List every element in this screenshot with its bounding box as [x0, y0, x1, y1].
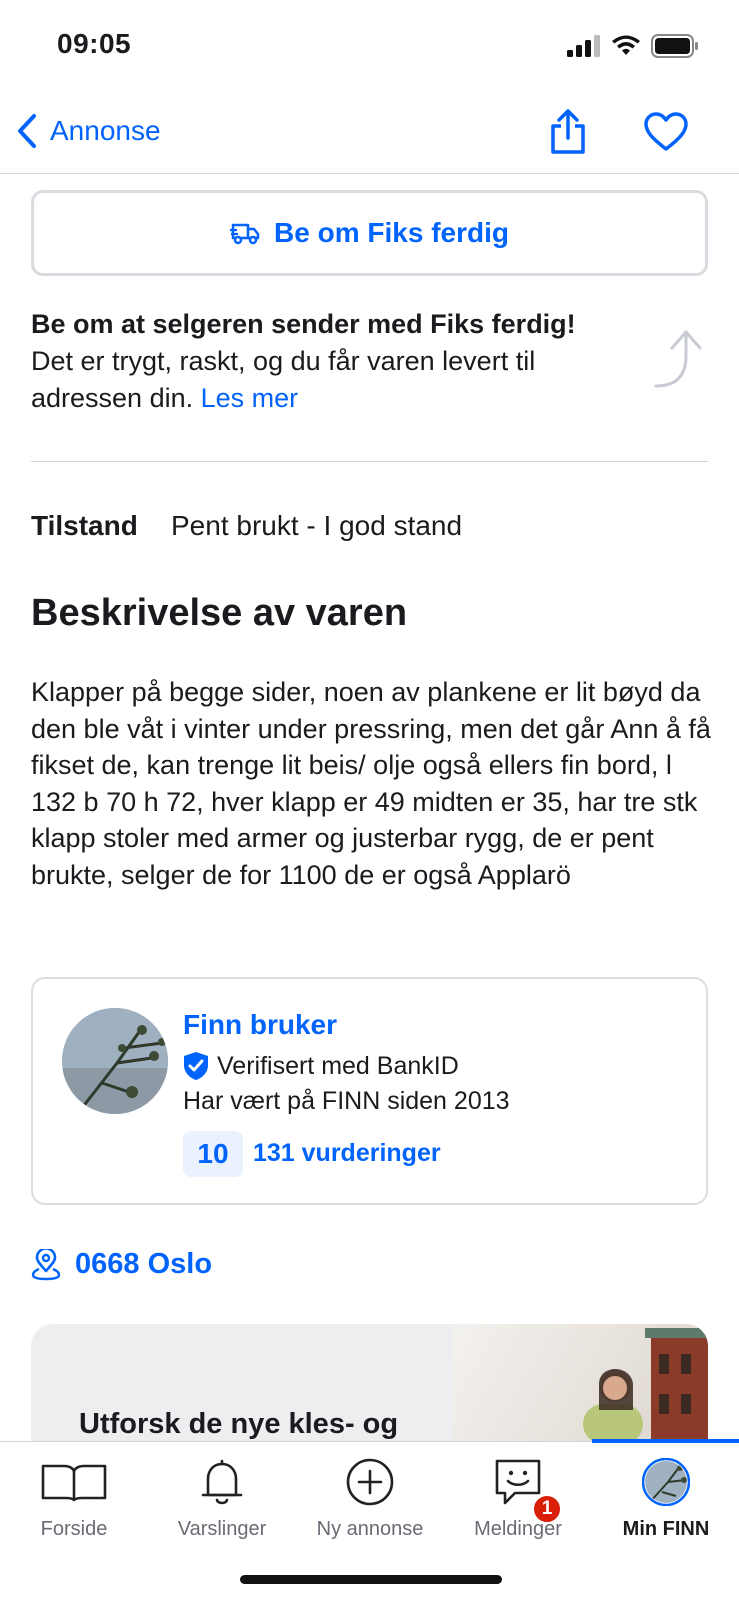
- signal-icon: [567, 35, 600, 57]
- seller-avatar: [62, 1008, 168, 1114]
- description-body: Klapper på begge sider, noen av plankene…: [31, 677, 711, 890]
- back-label: Annonse: [50, 115, 161, 146]
- tab-ny-annonse[interactable]: Ny annonse: [296, 1452, 444, 1541]
- location-pin-icon: [31, 1248, 61, 1280]
- tab-label: Varslinger: [177, 1518, 267, 1540]
- book-icon: [40, 1452, 108, 1512]
- banner-image: [453, 1324, 708, 1444]
- tab-min-finn[interactable]: Min FINN: [592, 1452, 739, 1541]
- tab-varslinger[interactable]: Varslinger: [148, 1452, 296, 1541]
- plus-circle-icon: [345, 1452, 395, 1512]
- bell-icon: [200, 1452, 244, 1512]
- unread-badge: 1: [532, 1494, 562, 1524]
- condition-label: Tilstand: [31, 510, 138, 541]
- nav-bar: Annonse: [0, 100, 739, 174]
- battery-icon: [651, 34, 698, 58]
- promo-title: Be om at selgeren sender med Fiks ferdig…: [31, 309, 576, 339]
- seller-card[interactable]: Finn bruker Verifisert med BankID Har væ…: [31, 977, 708, 1205]
- fiks-ferdig-label: Be om Fiks ferdig: [274, 217, 509, 248]
- condition-value: Pent brukt - I god stand: [171, 510, 463, 541]
- reviews-link[interactable]: 131 vurderinger: [253, 1139, 441, 1168]
- fiks-promo: Be om at selgeren sender med Fiks ferdig…: [31, 306, 651, 417]
- share-icon: [551, 109, 585, 154]
- home-indicator: [240, 1575, 502, 1584]
- fiks-ferdig-button[interactable]: Be om Fiks ferdig: [31, 190, 708, 276]
- status-time: 09:05: [57, 28, 132, 59]
- share-button[interactable]: [548, 108, 588, 161]
- verified-row: Verifisert med BankID: [183, 1051, 459, 1081]
- read-more-link[interactable]: Les mer: [201, 383, 299, 413]
- tab-label: Ny annonse: [316, 1518, 424, 1540]
- heart-icon: [644, 112, 688, 151]
- location-text: 0668 Oslo: [75, 1248, 213, 1280]
- tab-label: Min FINN: [622, 1518, 710, 1540]
- wifi-icon: [612, 35, 640, 55]
- status-icons: [567, 34, 699, 58]
- verified-label: Verifisert med BankID: [217, 1051, 459, 1080]
- active-tab-indicator: [592, 1439, 739, 1443]
- tab-meldinger[interactable]: 1 Meldinger: [444, 1452, 592, 1541]
- curved-arrow-icon: [652, 328, 712, 397]
- seller-name[interactable]: Finn bruker: [183, 1009, 337, 1041]
- delivery-truck-icon: [230, 223, 260, 245]
- description-title: Beskrivelse av varen: [31, 592, 408, 634]
- rating-score: 10: [183, 1131, 243, 1177]
- divider: [31, 461, 708, 462]
- banner-text: Utforsk de nye kles- og: [79, 1408, 399, 1440]
- favorite-button[interactable]: [643, 112, 689, 157]
- promo-banner[interactable]: Utforsk de nye kles- og: [31, 1324, 708, 1444]
- chevron-left-icon: [18, 114, 36, 148]
- member-since: Har vært på FINN siden 2013: [183, 1087, 510, 1115]
- tab-label: Forside: [40, 1518, 108, 1540]
- tab-forside[interactable]: Forside: [0, 1452, 148, 1541]
- back-button[interactable]: Annonse: [14, 112, 161, 150]
- avatar-icon: [642, 1452, 690, 1512]
- shield-check-icon: [184, 1052, 208, 1080]
- location-link[interactable]: 0668 Oslo: [31, 1248, 212, 1281]
